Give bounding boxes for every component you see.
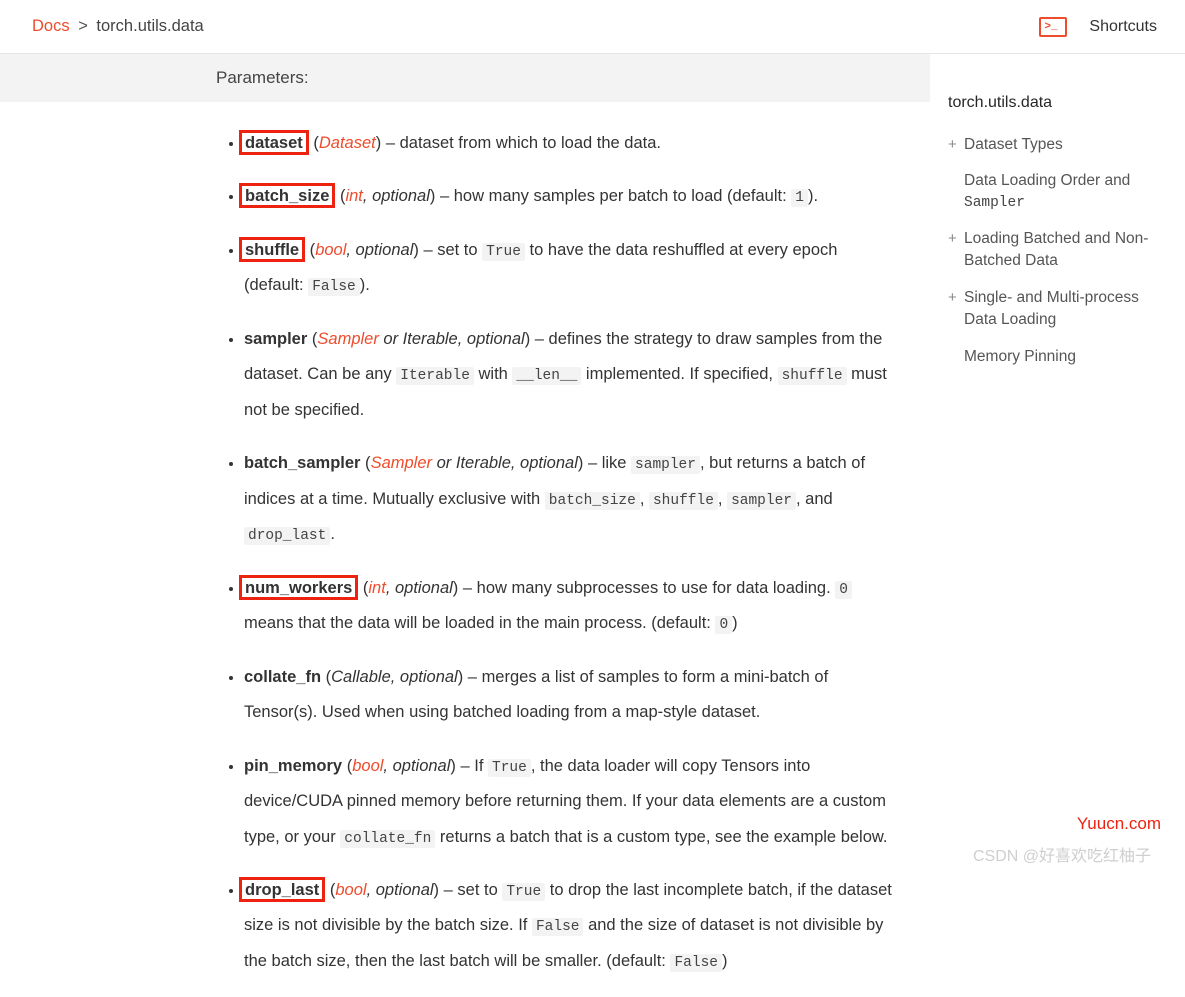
- plus-icon[interactable]: +: [948, 228, 964, 250]
- terminal-icon[interactable]: >_: [1039, 17, 1067, 37]
- param-collate-fn: collate_fn (Callable, optional) – merges…: [244, 660, 900, 731]
- param-name: batch_size: [239, 183, 335, 208]
- type-link[interactable]: bool: [335, 881, 366, 899]
- main-content: Parameters: dataset (Dataset) – dataset …: [0, 54, 930, 997]
- param-pin-memory: pin_memory (bool, optional) – If True, t…: [244, 749, 900, 855]
- type-plain: Callable: [331, 668, 391, 686]
- breadcrumb: Docs > torch.utils.data: [32, 17, 204, 36]
- param-sampler: sampler (Sampler or Iterable, optional) …: [244, 322, 900, 428]
- code-literal: 0: [715, 616, 732, 634]
- code-literal: sampler: [631, 456, 700, 474]
- parameters-list: dataset (Dataset) – dataset from which t…: [0, 102, 930, 979]
- sidebar-item-multiprocess[interactable]: + Single- and Multi-process Data Loading: [948, 287, 1167, 332]
- param-name: collate_fn: [244, 668, 321, 686]
- code-literal: batch_size: [545, 492, 640, 510]
- param-num-workers: num_workers (int, optional) – how many s…: [244, 571, 900, 642]
- code-literal: 0: [835, 581, 852, 599]
- type-link[interactable]: Dataset: [319, 134, 376, 152]
- type-link[interactable]: Sampler: [371, 454, 432, 472]
- watermark-csdn: CSDN @好喜欢吃红柚子: [973, 842, 1151, 866]
- sidebar-item-memory-pinning[interactable]: Memory Pinning: [948, 346, 1167, 368]
- param-name: batch_sampler: [244, 454, 360, 472]
- type-link[interactable]: int: [368, 579, 385, 597]
- sidebar-item-batched[interactable]: + Loading Batched and Non-Batched Data: [948, 228, 1167, 273]
- param-name: dataset: [239, 130, 309, 155]
- param-drop-last: drop_last (bool, optional) – set to True…: [244, 873, 900, 979]
- breadcrumb-separator: >: [78, 17, 88, 35]
- param-shuffle: shuffle (bool, optional) – set to True t…: [244, 233, 900, 304]
- type-link[interactable]: bool: [352, 757, 383, 775]
- code-literal: shuffle: [649, 492, 718, 510]
- param-name: sampler: [244, 330, 307, 348]
- code-literal: 1: [791, 189, 808, 207]
- breadcrumb-root-link[interactable]: Docs: [32, 17, 70, 35]
- code-literal: False: [532, 918, 584, 936]
- parameters-heading: Parameters:: [0, 54, 930, 102]
- type-link[interactable]: int: [345, 187, 362, 205]
- sidebar-item-loading-order[interactable]: Data Loading Order andSampler: [948, 170, 1167, 213]
- shortcuts-group: >_ Shortcuts: [1039, 17, 1157, 37]
- code-literal: Iterable: [396, 367, 474, 385]
- sidebar-item-dataset-types[interactable]: + Dataset Types: [948, 134, 1167, 156]
- param-dataset: dataset (Dataset) – dataset from which t…: [244, 126, 900, 161]
- shortcuts-link[interactable]: Shortcuts: [1089, 18, 1157, 36]
- code-literal: False: [670, 954, 722, 972]
- watermark-site: Yuucn.com: [1077, 814, 1161, 834]
- param-name: drop_last: [239, 877, 325, 902]
- param-name: shuffle: [239, 237, 305, 262]
- code-literal: False: [308, 278, 360, 296]
- code-literal: sampler: [727, 492, 796, 510]
- code-literal: shuffle: [778, 367, 847, 385]
- code-literal: __len__: [512, 367, 581, 385]
- code-literal: drop_last: [244, 527, 330, 545]
- code-literal: True: [502, 883, 545, 901]
- plus-icon[interactable]: +: [948, 287, 964, 309]
- param-name: num_workers: [239, 575, 358, 600]
- sidebar-title: torch.utils.data: [948, 94, 1167, 112]
- code-literal: True: [482, 243, 525, 261]
- type-link[interactable]: bool: [315, 241, 346, 259]
- plus-icon[interactable]: +: [948, 134, 964, 156]
- code-literal: True: [488, 759, 531, 777]
- code-literal: collate_fn: [340, 830, 435, 848]
- top-bar: Docs > torch.utils.data >_ Shortcuts: [0, 0, 1185, 54]
- param-name: pin_memory: [244, 757, 342, 775]
- param-batch-sampler: batch_sampler (Sampler or Iterable, opti…: [244, 446, 900, 552]
- param-batch-size: batch_size (int, optional) – how many sa…: [244, 179, 900, 214]
- breadcrumb-current: torch.utils.data: [96, 17, 203, 35]
- type-link[interactable]: Sampler: [317, 330, 378, 348]
